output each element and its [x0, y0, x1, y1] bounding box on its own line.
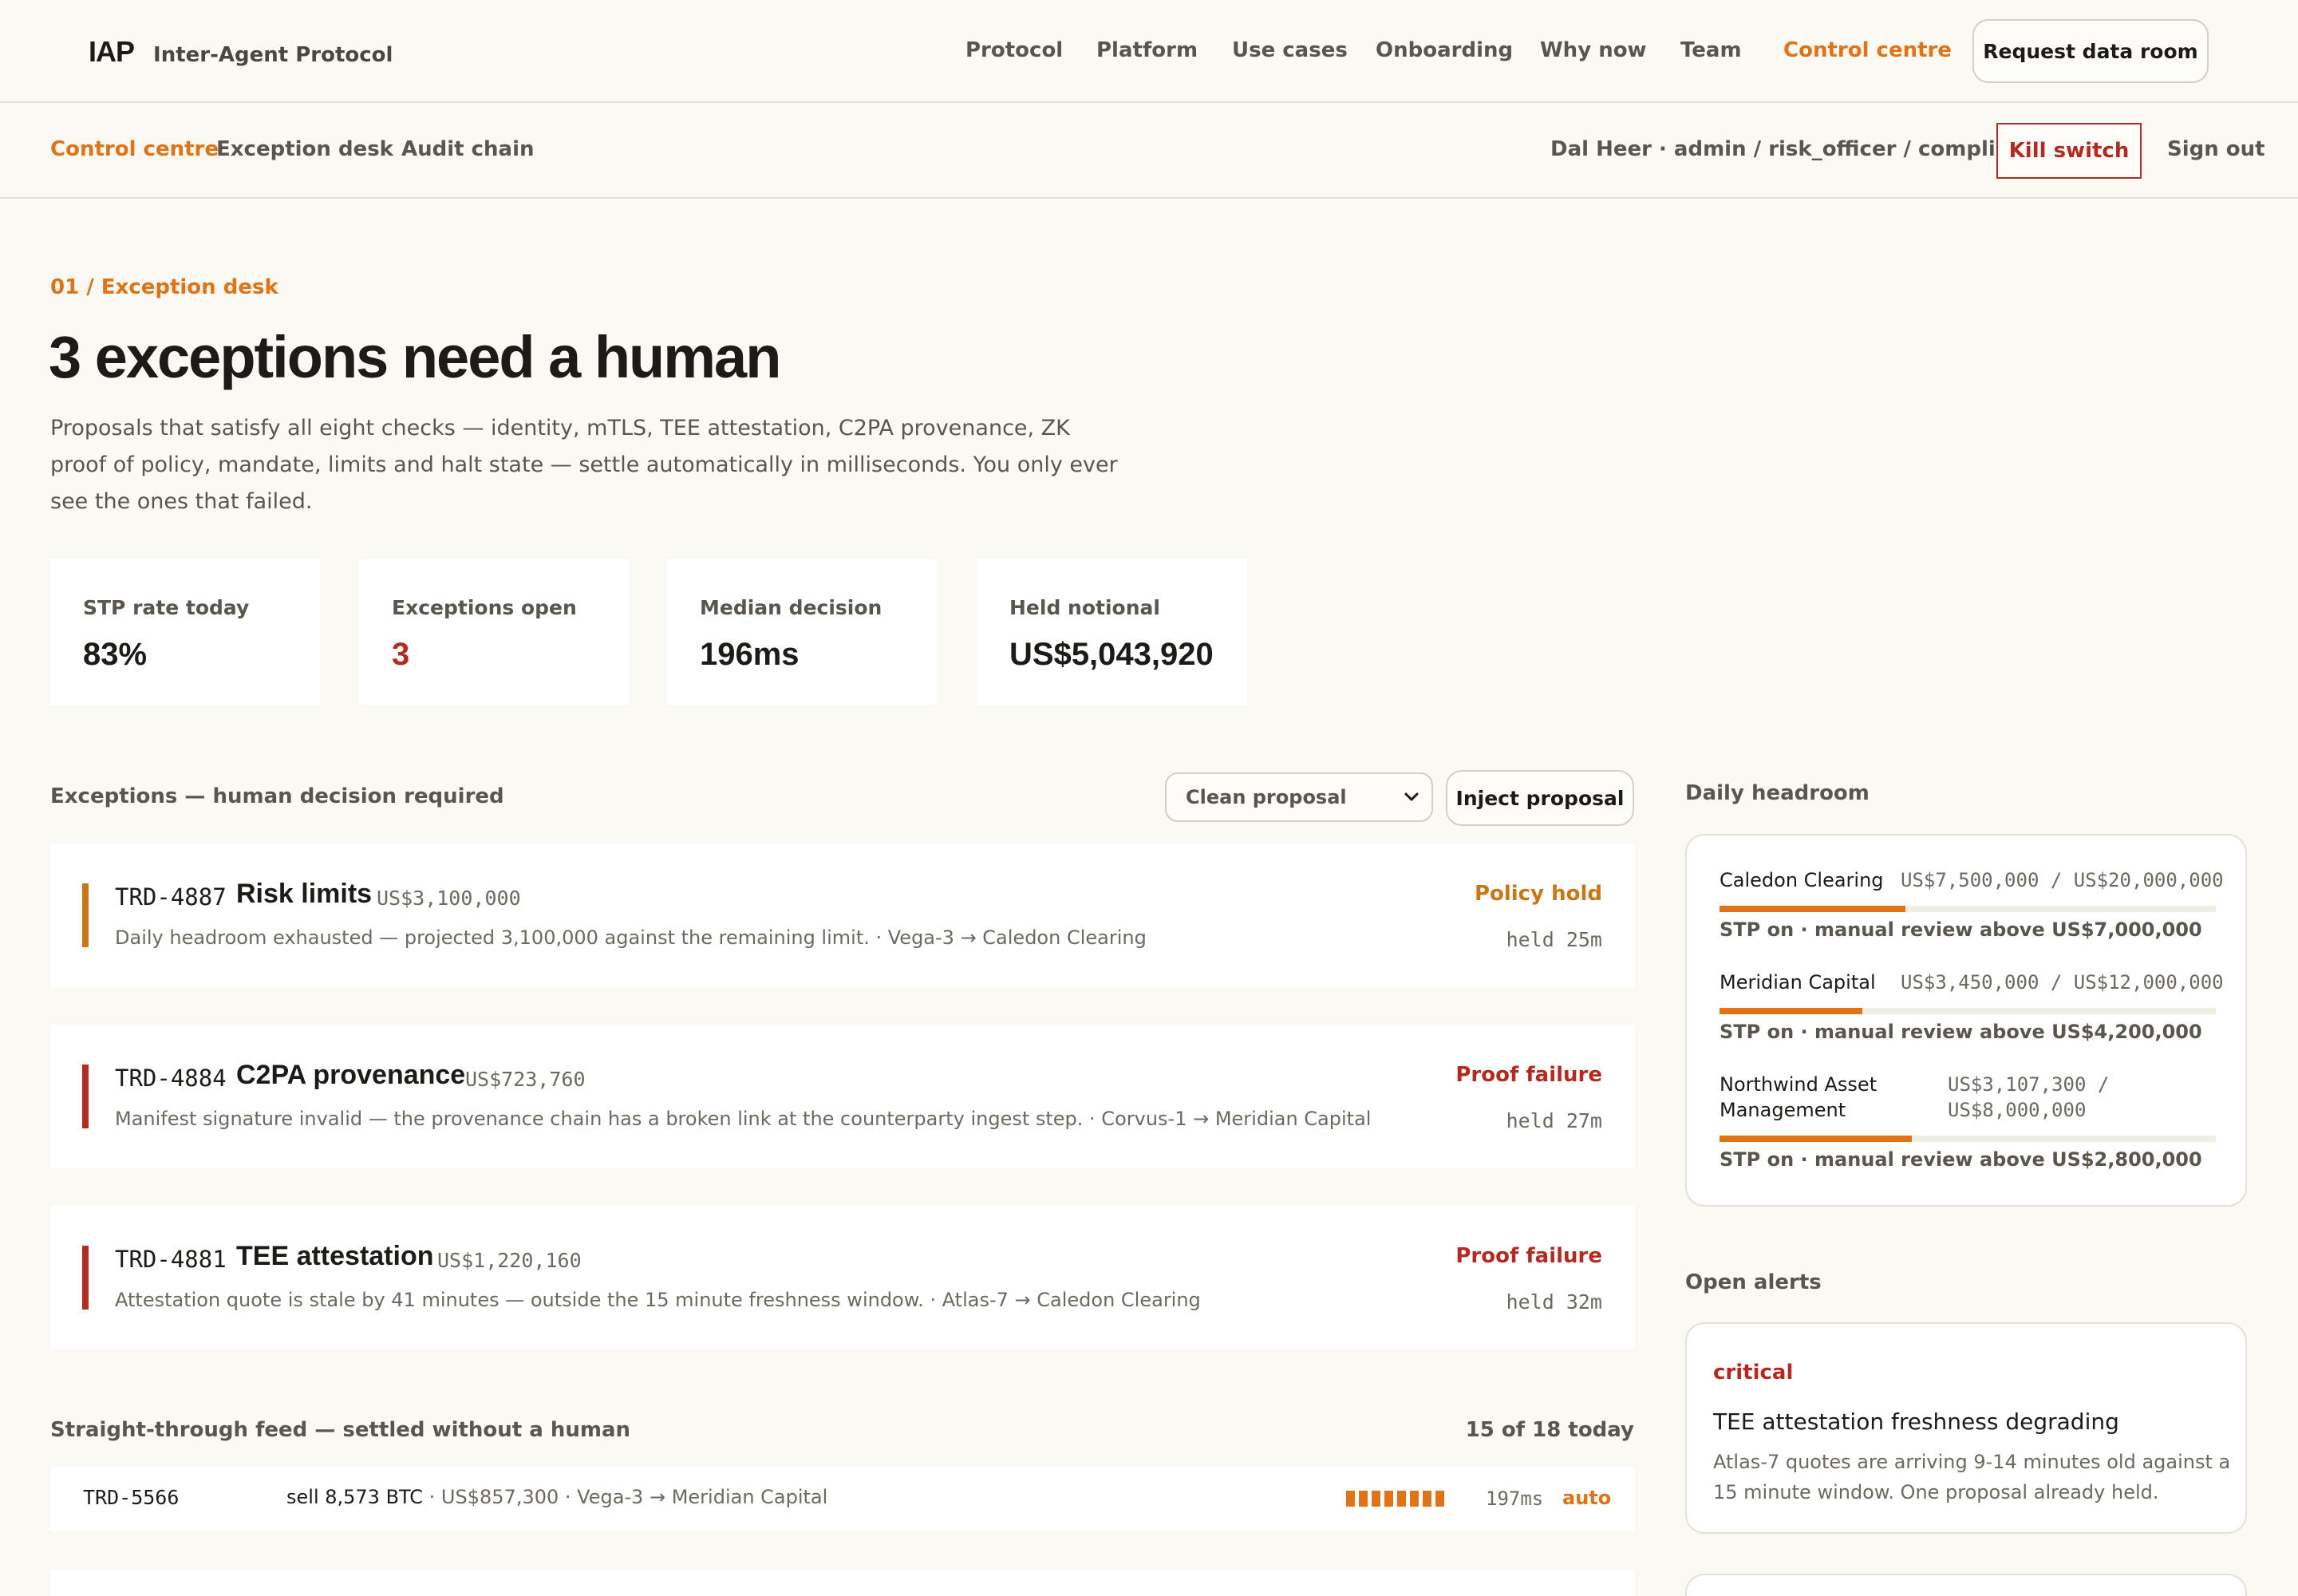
nav-link-control-centre[interactable]: Control centre [1783, 38, 1952, 62]
trade-description: sell 8,573 BTC · US$857,300 · Vega-3 → M… [286, 1486, 827, 1508]
trade-id: TRD-4881 [115, 1246, 227, 1273]
page-description: Proposals that satisfy all eight checks … [50, 416, 1118, 514]
stat-value: 3 [392, 637, 410, 672]
headroom-bar-fill [1720, 1136, 1913, 1142]
exception-amount: US$3,100,000 [377, 887, 521, 910]
stat-label: Held notional [1009, 596, 1160, 619]
headroom-usage: US$3,107,300 / US$8,000,000 [1948, 1073, 2110, 1121]
alert-severity: critical [1713, 1361, 1794, 1385]
counterparty-name: Northwind Asset Management [1720, 1073, 1877, 1121]
exception-status: Proof failure [1455, 1244, 1602, 1268]
counterparty-name: Meridian Capital [1720, 971, 1876, 994]
feed-row[interactable] [50, 1570, 1634, 1596]
exception-status: Proof failure [1455, 1063, 1602, 1087]
exception-amount: US$1,220,160 [437, 1249, 582, 1272]
exception-check: C2PA provenance [236, 1060, 466, 1090]
headroom-section-title: Daily headroom [1685, 781, 1870, 805]
exception-row[interactable]: TRD-4884 C2PA provenance US$723,760 Mani… [50, 1025, 1634, 1168]
stat-label: Median decision [700, 596, 882, 619]
stat-card-median-decision: Median decision 196ms [667, 559, 937, 705]
headroom-bar [1720, 906, 2216, 912]
exception-description: Manifest signature invalid — the provena… [115, 1108, 1372, 1130]
sub-nav: Control centre Exception desk Audit chai… [0, 105, 2298, 199]
alert-card[interactable] [1685, 1574, 2247, 1596]
trade-side: sell 8,573 BTC [286, 1486, 424, 1508]
exception-row[interactable]: TRD-4887 Risk limits US$3,100,000 Daily … [50, 843, 1634, 987]
exception-status: Policy hold [1474, 882, 1602, 906]
headroom-usage: US$3,450,000 / US$12,000,000 [1901, 971, 2224, 994]
nav-link-team[interactable]: Team [1680, 38, 1742, 62]
severity-bar [82, 1246, 89, 1310]
alerts-section-title: Open alerts [1685, 1270, 1822, 1294]
trade-id: TRD-4884 [115, 1065, 227, 1092]
settle-mode: auto [1562, 1487, 1612, 1509]
kill-switch-button[interactable]: Kill switch [1996, 123, 2142, 179]
exception-description: Daily headroom exhausted — projected 3,1… [115, 926, 1147, 949]
proposal-type-select[interactable]: Clean proposal [1165, 772, 1433, 822]
headroom-bar-fill [1720, 1008, 1862, 1014]
subnav-audit-chain[interactable]: Audit chain [401, 137, 535, 161]
review-threshold: STP on · manual review above US$2,800,00… [1720, 1148, 2202, 1171]
exception-check: TEE attestation [236, 1241, 434, 1271]
nav-link-platform[interactable]: Platform [1096, 38, 1198, 62]
exceptions-section-title: Exceptions — human decision required [50, 784, 504, 808]
chevron-down-icon [1404, 792, 1419, 801]
headroom-panel: Caledon Clearing US$7,500,000 / US$20,00… [1685, 834, 2247, 1207]
severity-bar [82, 883, 89, 947]
nav-link-onboarding[interactable]: Onboarding [1376, 38, 1513, 62]
stat-value: US$5,043,920 [1009, 637, 1214, 672]
section-eyebrow: 01 / Exception desk [50, 275, 278, 299]
inject-proposal-button[interactable]: Inject proposal [1446, 770, 1634, 826]
user-roles: Dal Heer · admin / risk_officer / compli… [1550, 137, 2051, 161]
review-threshold: STP on · manual review above US$4,200,00… [1720, 1021, 2202, 1043]
stat-label: Exceptions open [392, 596, 577, 619]
stat-label: STP rate today [83, 596, 250, 619]
stat-value: 196ms [700, 637, 800, 672]
top-nav: IAP Inter-Agent Protocol Protocol Platfo… [0, 0, 2298, 103]
decision-latency: 197ms [1486, 1487, 1544, 1510]
request-data-room-button[interactable]: Request data room [1972, 19, 2209, 83]
nav-link-protocol[interactable]: Protocol [965, 38, 1063, 62]
severity-bar [82, 1065, 89, 1128]
trade-details: · US$857,300 · Vega-3 → Meridian Capital [423, 1486, 828, 1508]
held-duration: held 32m [1506, 1290, 1602, 1314]
headroom-bar-fill [1720, 906, 1906, 912]
exception-row[interactable]: TRD-4881 TEE attestation US$1,220,160 At… [50, 1206, 1634, 1349]
headroom-bar [1720, 1136, 2216, 1142]
nav-link-use-cases[interactable]: Use cases [1232, 38, 1348, 62]
review-threshold: STP on · manual review above US$7,000,00… [1720, 918, 2202, 941]
feed-row[interactable]: TRD-5566 sell 8,573 BTC · US$857,300 · V… [50, 1467, 1634, 1531]
alert-description: Atlas-7 quotes are arriving 9-14 minutes… [1713, 1451, 2231, 1503]
page-title: 3 exceptions need a human [49, 324, 781, 390]
stat-card-held-notional: Held notional US$5,043,920 [977, 559, 1246, 705]
stat-value: 83% [83, 637, 148, 672]
select-value: Clean proposal [1186, 786, 1347, 808]
exception-amount: US$723,760 [465, 1068, 586, 1091]
feed-section-title: Straight-through feed — settled without … [50, 1418, 631, 1442]
subnav-exception-desk[interactable]: Exception desk [216, 137, 393, 161]
sign-out-link[interactable]: Sign out [2167, 137, 2265, 161]
subnav-control-centre[interactable]: Control centre [50, 137, 219, 161]
held-duration: held 27m [1506, 1109, 1602, 1132]
exception-check: Risk limits [236, 879, 373, 909]
stat-card-stp-rate: STP rate today 83% [50, 559, 320, 705]
latency-pips [1346, 1491, 1444, 1507]
alert-title: TEE attestation freshness degrading [1713, 1408, 2119, 1435]
held-duration: held 25m [1506, 928, 1602, 951]
trade-id: TRD-5566 [83, 1486, 180, 1509]
feed-count: 15 of 18 today [1465, 1418, 1634, 1442]
nav-link-why-now[interactable]: Why now [1540, 38, 1647, 62]
headroom-bar [1720, 1008, 2216, 1014]
counterparty-name: Caledon Clearing [1720, 869, 1884, 891]
stat-card-exceptions-open: Exceptions open 3 [359, 559, 629, 705]
trade-id: TRD-4887 [115, 883, 227, 911]
main-nav: Protocol Platform Use cases Onboarding W… [0, 38, 2298, 70]
alert-card[interactable]: critical TEE attestation freshness degra… [1685, 1322, 2247, 1534]
exception-description: Attestation quote is stale by 41 minutes… [115, 1289, 1201, 1311]
headroom-usage: US$7,500,000 / US$20,000,000 [1901, 869, 2224, 891]
